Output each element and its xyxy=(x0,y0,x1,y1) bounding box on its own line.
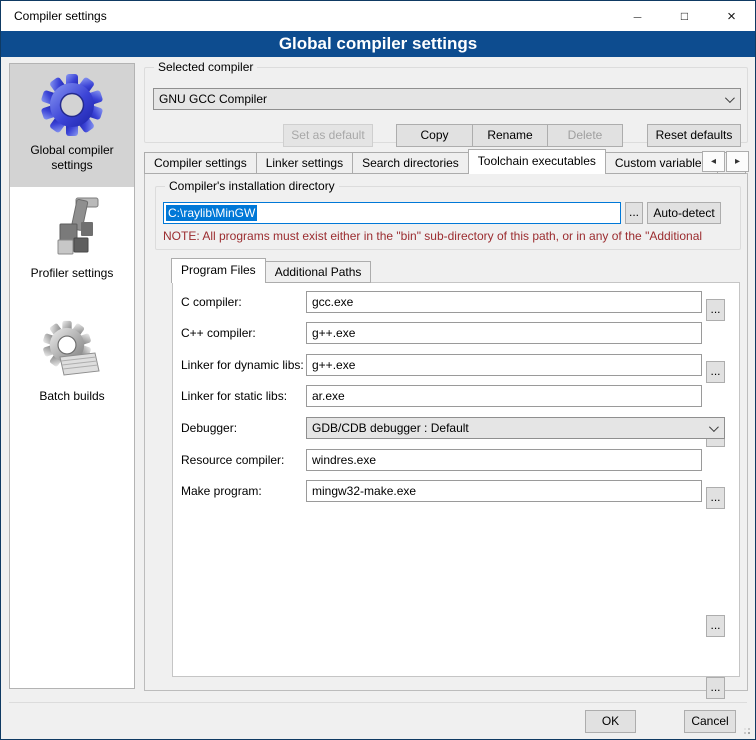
form-row-c-compiler: C compiler: ... xyxy=(173,291,739,313)
sidebar-item-batch-builds[interactable]: Batch builds xyxy=(10,310,134,433)
linker-dynamic-input[interactable] xyxy=(306,354,702,376)
delete-button[interactable]: Delete xyxy=(547,124,623,147)
selected-compiler-label: Selected compiler xyxy=(154,60,257,75)
resource-compiler-label: Resource compiler: xyxy=(181,449,284,471)
cpp-compiler-input[interactable] xyxy=(306,322,702,344)
linker-static-input[interactable] xyxy=(306,385,702,407)
maximize-button[interactable]: □ xyxy=(661,1,708,31)
settings-tab-strip: Compiler settings Linker settings Search… xyxy=(144,151,749,174)
sidebar-item-label: Batch builds xyxy=(10,389,134,404)
browse-directory-button[interactable]: ... xyxy=(625,202,643,224)
debugger-select-value: GDB/CDB debugger : Default xyxy=(312,421,469,435)
installation-directory-label: Compiler's installation directory xyxy=(165,179,339,194)
reset-defaults-button[interactable]: Reset defaults xyxy=(647,124,741,147)
main-area: Selected compiler GNU GCC Compiler Set a… xyxy=(144,57,749,739)
installation-directory-value: C:\raylib\MinGW xyxy=(166,205,257,221)
sidebar-item-profiler-settings[interactable]: Profiler settings xyxy=(10,187,134,310)
caliper-icon xyxy=(40,196,104,260)
ok-button[interactable]: OK xyxy=(585,710,636,733)
toolchain-executables-panel: Compiler's installation directory C:\ray… xyxy=(144,173,748,691)
c-compiler-browse-button[interactable]: ... xyxy=(706,299,725,321)
form-row-resource-compiler: Resource compiler: ... xyxy=(173,449,739,471)
auto-detect-button[interactable]: Auto-detect xyxy=(647,202,721,224)
directory-note-text: NOTE: All programs must exist either in … xyxy=(163,229,738,243)
maximize-icon: □ xyxy=(681,9,688,23)
rename-button[interactable]: Rename xyxy=(472,124,548,147)
page-title: Global compiler settings xyxy=(1,31,755,57)
chevron-down-icon xyxy=(725,93,735,103)
tab-compiler-settings[interactable]: Compiler settings xyxy=(144,152,257,174)
compiler-select[interactable]: GNU GCC Compiler xyxy=(153,88,741,110)
footer-divider xyxy=(9,702,747,703)
installation-directory-group: Compiler's installation directory C:\ray… xyxy=(155,186,741,250)
c-compiler-label: C compiler: xyxy=(181,291,242,313)
close-icon: × xyxy=(727,8,736,25)
left-arrow-icon: ◂ xyxy=(711,156,716,167)
make-program-label: Make program: xyxy=(181,480,262,502)
resource-compiler-input[interactable] xyxy=(306,449,702,471)
minimize-icon: – xyxy=(634,8,642,24)
tab-scroll-buttons: ◂ ▸ xyxy=(701,151,749,172)
form-row-linker-dynamic: Linker for dynamic libs: ... xyxy=(173,354,739,376)
window-controls: – □ × xyxy=(614,1,755,31)
tab-linker-settings[interactable]: Linker settings xyxy=(257,152,353,174)
blue-gear-icon xyxy=(40,73,104,137)
debugger-label: Debugger: xyxy=(181,417,237,439)
set-as-default-button[interactable]: Set as default xyxy=(283,124,373,147)
close-button[interactable]: × xyxy=(708,1,755,31)
compiler-select-value: GNU GCC Compiler xyxy=(159,92,267,106)
installation-directory-input[interactable]: C:\raylib\MinGW xyxy=(163,202,621,224)
form-row-debugger: Debugger: GDB/CDB debugger : Default xyxy=(173,417,739,439)
gray-gear-stack-icon xyxy=(40,319,104,383)
c-compiler-input[interactable] xyxy=(306,291,702,313)
tab-toolchain-executables[interactable]: Toolchain executables xyxy=(468,149,606,174)
sidebar-item-label: Global compiler settings xyxy=(10,143,134,173)
sidebar-item-global-compiler-settings[interactable]: Global compiler settings xyxy=(10,64,134,187)
form-row-make-program: Make program: ... xyxy=(173,480,739,502)
window-title: Compiler settings xyxy=(14,9,614,23)
resize-grip-icon[interactable] xyxy=(748,732,750,734)
form-row-linker-static: Linker for static libs: ... xyxy=(173,385,739,407)
tab-search-directories[interactable]: Search directories xyxy=(353,152,469,174)
debugger-select[interactable]: GDB/CDB debugger : Default xyxy=(306,417,725,439)
programs-tab-strip: Program Files Additional Paths xyxy=(172,260,371,283)
tab-scroll-right-button[interactable]: ▸ xyxy=(726,151,749,172)
linker-dynamic-label: Linker for dynamic libs: xyxy=(181,354,304,376)
minimize-button[interactable]: – xyxy=(614,1,661,31)
make-program-browse-button[interactable]: ... xyxy=(706,677,725,699)
settings-category-list: Global compiler settings Profiler settin… xyxy=(9,63,135,689)
copy-button[interactable]: Copy xyxy=(396,124,473,147)
tab-program-files[interactable]: Program Files xyxy=(171,258,266,283)
linker-static-label: Linker for static libs: xyxy=(181,385,287,407)
dialog-content: Global compiler settings Profiler settin… xyxy=(1,57,755,739)
cpp-compiler-label: C++ compiler: xyxy=(181,322,256,344)
tab-additional-paths[interactable]: Additional Paths xyxy=(266,261,372,283)
cancel-button[interactable]: Cancel xyxy=(684,710,736,733)
resource-compiler-browse-button[interactable]: ... xyxy=(706,615,725,637)
sidebar-item-label: Profiler settings xyxy=(10,266,134,281)
form-row-cpp-compiler: C++ compiler: ... xyxy=(173,322,739,344)
tab-scroll-left-button[interactable]: ◂ xyxy=(702,151,725,172)
selected-compiler-group: Selected compiler GNU GCC Compiler Set a… xyxy=(144,67,748,143)
right-arrow-icon: ▸ xyxy=(735,156,740,167)
title-bar: Compiler settings – □ × xyxy=(1,1,755,31)
chevron-down-icon xyxy=(709,422,719,432)
compiler-settings-dialog: Compiler settings – □ × Global compiler … xyxy=(0,0,756,740)
make-program-input[interactable] xyxy=(306,480,702,502)
program-files-page: C compiler: ... C++ compiler: ... Linker… xyxy=(172,282,740,677)
